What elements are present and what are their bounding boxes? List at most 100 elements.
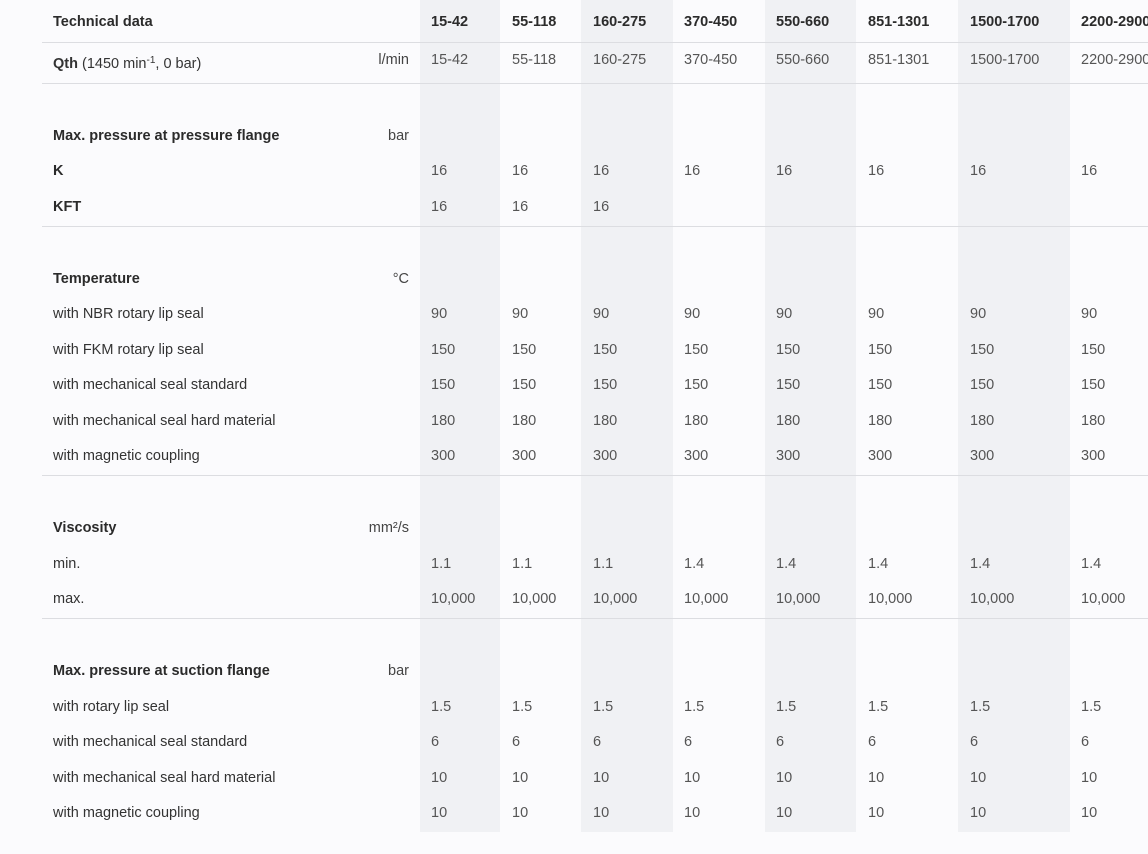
table-cell: 16 bbox=[512, 163, 529, 179]
table-cell: 180 bbox=[593, 413, 618, 429]
table-cell: 300 bbox=[684, 448, 709, 464]
table-cell: 6 bbox=[512, 734, 521, 750]
table-cell: 180 bbox=[970, 413, 995, 429]
table-cell: 6 bbox=[970, 734, 979, 750]
table-cell: 10 bbox=[776, 805, 793, 821]
table-cell: 10,000 bbox=[1081, 591, 1126, 607]
row-label: with magnetic coupling bbox=[53, 805, 200, 821]
table-cell: 90 bbox=[776, 306, 793, 322]
column-header: 370-450 bbox=[684, 14, 738, 30]
table-cell: 16 bbox=[593, 163, 610, 179]
table-cell: 1.4 bbox=[776, 556, 797, 572]
table-cell: 1.5 bbox=[776, 699, 797, 715]
table-cell: 10,000 bbox=[776, 591, 821, 607]
table-cell: 150 bbox=[431, 377, 456, 393]
table-row: with mechanical seal standard 150 150 15… bbox=[0, 375, 1148, 395]
table-cell: 1.4 bbox=[684, 556, 705, 572]
column-header: 55-118 bbox=[512, 14, 557, 30]
table-header-row: Technical data 15-42 55-118 160-275 370-… bbox=[0, 12, 1148, 32]
column-header: 1500-1700 bbox=[970, 14, 1040, 30]
table-cell: 851-1301 bbox=[868, 52, 930, 68]
table-cell: 16 bbox=[684, 163, 701, 179]
row-label: with mechanical seal standard bbox=[53, 377, 248, 393]
table-row: with rotary lip seal 1.5 1.5 1.5 1.5 1.5… bbox=[0, 697, 1148, 717]
table-row: with mechanical seal hard material 180 1… bbox=[0, 411, 1148, 431]
table-cell: 90 bbox=[1081, 306, 1098, 322]
table-cell: 6 bbox=[776, 734, 785, 750]
divider bbox=[42, 42, 1148, 43]
table-cell: 10 bbox=[1081, 805, 1098, 821]
table-cell: 180 bbox=[431, 413, 456, 429]
table-row: KFT 16 16 16 bbox=[0, 197, 1148, 217]
table-cell: 10,000 bbox=[684, 591, 729, 607]
table-cell: 55-118 bbox=[512, 52, 557, 68]
column-header: 2200-2900 bbox=[1081, 14, 1148, 30]
table-cell: 300 bbox=[431, 448, 456, 464]
table-cell: 10,000 bbox=[970, 591, 1015, 607]
section-title: Max. pressure at pressure flange bbox=[53, 128, 280, 144]
table-cell: 300 bbox=[868, 448, 893, 464]
table-cell: 1.5 bbox=[684, 699, 705, 715]
table-cell: 16 bbox=[431, 163, 448, 179]
table-cell: 1.4 bbox=[1081, 556, 1102, 572]
table-cell: 10 bbox=[1081, 770, 1098, 786]
table-cell: 90 bbox=[431, 306, 448, 322]
row-label: with mechanical seal standard bbox=[53, 734, 248, 750]
table-cell: 150 bbox=[970, 342, 995, 358]
table-cell: 10 bbox=[512, 805, 529, 821]
table-cell: 550-660 bbox=[776, 52, 830, 68]
row-label: max. bbox=[53, 591, 85, 607]
table-cell: 150 bbox=[970, 377, 995, 393]
table-cell: 300 bbox=[593, 448, 618, 464]
table-cell: 1.5 bbox=[868, 699, 889, 715]
table-cell: 1.5 bbox=[512, 699, 533, 715]
row-label: with mechanical seal hard material bbox=[53, 770, 276, 786]
table-cell: 1.1 bbox=[431, 556, 452, 572]
section-header-row: Max. pressure at suction flange bar bbox=[0, 661, 1148, 681]
table-cell: 1.5 bbox=[1081, 699, 1102, 715]
table-cell: 1.1 bbox=[512, 556, 533, 572]
table-row: with magnetic coupling 300 300 300 300 3… bbox=[0, 446, 1148, 466]
table-cell: 300 bbox=[512, 448, 537, 464]
header-label: Technical data bbox=[53, 14, 153, 30]
technical-data-table: Technical data 15-42 55-118 160-275 370-… bbox=[0, 0, 1148, 854]
table-cell: 150 bbox=[512, 377, 537, 393]
table-cell: 150 bbox=[512, 342, 537, 358]
table-cell: 1.5 bbox=[593, 699, 614, 715]
table-row: max. 10,000 10,000 10,000 10,000 10,000 … bbox=[0, 589, 1148, 609]
row-label: with rotary lip seal bbox=[53, 699, 170, 715]
table-cell: 1.4 bbox=[970, 556, 991, 572]
table-cell: 150 bbox=[1081, 342, 1106, 358]
table-cell: 10 bbox=[512, 770, 529, 786]
table-cell: 150 bbox=[593, 342, 618, 358]
table-cell: 10 bbox=[593, 805, 610, 821]
table-cell: 1.4 bbox=[868, 556, 889, 572]
table-cell: 180 bbox=[776, 413, 801, 429]
table-cell: 1.5 bbox=[970, 699, 991, 715]
table-cell: 10 bbox=[431, 805, 448, 821]
table-row: with mechanical seal standard 6 6 6 6 6 … bbox=[0, 732, 1148, 752]
table-row: K 16 16 16 16 16 16 16 16 bbox=[0, 161, 1148, 181]
qth-unit: l/min bbox=[378, 52, 409, 68]
table-cell: 150 bbox=[1081, 377, 1106, 393]
table-cell: 16 bbox=[1081, 163, 1098, 179]
section-title: Viscosity bbox=[53, 520, 117, 536]
table-cell: 10,000 bbox=[512, 591, 557, 607]
table-row: with NBR rotary lip seal 90 90 90 90 90 … bbox=[0, 304, 1148, 324]
table-cell: 6 bbox=[868, 734, 877, 750]
table-cell: 300 bbox=[1081, 448, 1106, 464]
table-cell: 2200-2900 bbox=[1081, 52, 1148, 68]
column-header: 550-660 bbox=[776, 14, 830, 30]
table-cell: 6 bbox=[431, 734, 440, 750]
table-cell: 16 bbox=[970, 163, 987, 179]
table-cell: 150 bbox=[868, 342, 893, 358]
section-title: Max. pressure at suction flange bbox=[53, 663, 270, 679]
table-cell: 160-275 bbox=[593, 52, 647, 68]
table-cell: 6 bbox=[684, 734, 693, 750]
column-header: 160-275 bbox=[593, 14, 647, 30]
row-label: with magnetic coupling bbox=[53, 448, 200, 464]
table-cell: 300 bbox=[776, 448, 801, 464]
column-header: 851-1301 bbox=[868, 14, 930, 30]
table-cell: 6 bbox=[593, 734, 602, 750]
section-unit: bar bbox=[388, 128, 409, 144]
